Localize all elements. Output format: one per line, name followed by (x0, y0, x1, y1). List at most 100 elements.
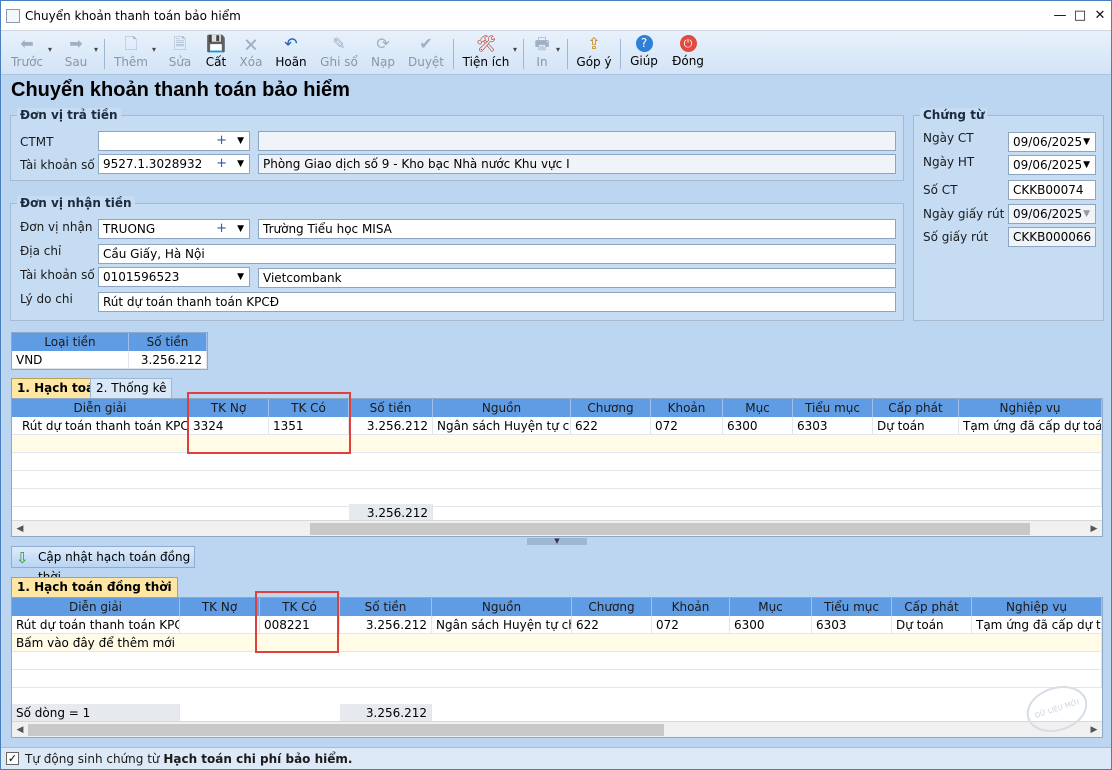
minimize-icon[interactable]: — (1051, 7, 1069, 25)
reason-input[interactable]: Rút dự toán thanh toán KPCĐ (98, 292, 896, 312)
chevron-down-icon[interactable]: ▼ (237, 132, 244, 150)
maximize-icon[interactable]: □ (1071, 7, 1089, 25)
undo-button[interactable]: ↶ Hoãn (271, 31, 311, 75)
plus-icon[interactable]: + (216, 220, 227, 238)
row-count: Số dòng = 1 (12, 704, 180, 722)
payer-account-combo[interactable]: 9527.1.3028932 + ▼ (98, 154, 250, 174)
plus-icon[interactable]: + (216, 132, 227, 150)
col-allocation[interactable]: Cấp phát (892, 598, 972, 616)
col-description[interactable]: Diễn giải (12, 399, 189, 417)
table-row[interactable]: Rút dự toán thanh toán KPCĐ (12, 616, 180, 634)
chevron-down-icon[interactable]: ▼ (1083, 156, 1090, 174)
col-source[interactable]: Nguồn (433, 399, 571, 417)
update-concurrent-button[interactable]: ⇩Cập nhật hạch toán đồng thời (11, 546, 195, 584)
close-icon[interactable]: ✕ (1091, 7, 1109, 25)
col-subitem[interactable]: Tiểu mục (793, 399, 873, 417)
so-ct-input[interactable]: CKKB00074 (1008, 180, 1096, 200)
allocation-cell[interactable]: Dự toán (892, 616, 972, 634)
tab-concurrent-accounting[interactable]: 1. Hạch toán đồng thời (11, 577, 178, 597)
splitter-handle[interactable]: ▼ (527, 538, 587, 545)
payee-account-combo[interactable]: 0101596523 ▼ (98, 267, 250, 287)
scroll-left-icon[interactable]: ◀ (12, 722, 28, 738)
scroll-thumb[interactable] (310, 523, 1030, 535)
col-section[interactable]: Khoản (651, 399, 723, 417)
subitem-cell[interactable]: 6303 (793, 417, 873, 435)
scroll-right-icon[interactable]: ▶ (1086, 722, 1102, 738)
amount-cell[interactable]: 3.256.212 (340, 616, 432, 634)
plus-icon[interactable]: + (216, 155, 227, 173)
col-amount[interactable]: Số tiền (340, 598, 432, 616)
save-button[interactable]: 💾 Cất (199, 31, 233, 75)
col-item[interactable]: Mục (730, 598, 812, 616)
date-ht-picker[interactable]: 09/06/2025 ▼ (1008, 155, 1096, 175)
chevron-down-icon[interactable]: ▼ (1083, 133, 1090, 151)
item-cell[interactable]: 6300 (730, 616, 812, 634)
amount-cell[interactable]: 3.256.212 (349, 417, 433, 435)
new-row[interactable] (12, 435, 1102, 453)
payee-unit-name[interactable]: Trường Tiểu học MISA (258, 219, 896, 239)
scroll-thumb[interactable] (28, 724, 664, 736)
table-row[interactable]: Rút dự toán thanh toán KPCĐ (12, 417, 189, 435)
chevron-down-icon[interactable]: ▼ (237, 220, 244, 238)
horizontal-scrollbar[interactable]: ◀ ▶ (12, 721, 1102, 737)
col-debit[interactable]: TK Nợ (180, 598, 260, 616)
next-button[interactable]: ➡ Sau (57, 31, 95, 75)
col-operation[interactable]: Nghiệp vụ (959, 399, 1102, 417)
col-item[interactable]: Mục (723, 399, 793, 417)
tab-statistics[interactable]: 2. Thống kê (90, 378, 173, 398)
chevron-down-icon[interactable]: ▾ (48, 45, 52, 54)
add-new-row[interactable]: Bấm vào đây để thêm mới (12, 634, 1102, 652)
operation-cell[interactable]: Tạm ứng đã cấp dự toán (972, 616, 1102, 634)
col-chapter[interactable]: Chương (571, 399, 651, 417)
delete-button[interactable]: 🗙 Xóa (234, 31, 268, 75)
close-button[interactable]: ⏻ Đóng (669, 31, 707, 75)
add-button[interactable]: 🗋 Thêm (111, 31, 151, 75)
feedback-button[interactable]: ⇪ Góp ý (574, 31, 614, 75)
col-operation[interactable]: Nghiệp vụ (972, 598, 1102, 616)
approve-button[interactable]: ✔ Duyệt (405, 31, 447, 75)
chevron-down-icon[interactable]: ▾ (94, 45, 98, 54)
col-description[interactable]: Diễn giải (12, 598, 180, 616)
chevron-down-icon[interactable]: ▾ (513, 45, 517, 54)
date-ct-picker[interactable]: 09/06/2025 ▼ (1008, 132, 1096, 152)
chevron-down-icon[interactable]: ▼ (237, 155, 244, 173)
currency-amount-cell[interactable]: 3.256.212 (129, 351, 207, 369)
allocation-cell[interactable]: Dự toán (873, 417, 959, 435)
scroll-left-icon[interactable]: ◀ (12, 521, 28, 537)
ctmt-combo[interactable]: + ▼ (98, 131, 250, 151)
col-allocation[interactable]: Cấp phát (873, 399, 959, 417)
utilities-button[interactable]: 🛠 Tiện ích (461, 31, 511, 75)
edit-button[interactable]: 🗎 Sửa (163, 31, 197, 75)
auto-generate-checkbox[interactable]: ✓ (6, 752, 19, 765)
payee-bank-name[interactable]: Vietcombank (258, 268, 896, 288)
section-cell[interactable]: 072 (651, 417, 723, 435)
address-input[interactable]: Cầu Giấy, Hà Nội (98, 244, 896, 264)
payee-unit-combo[interactable]: TRUONG + ▼ (98, 219, 250, 239)
scroll-right-icon[interactable]: ▶ (1086, 521, 1102, 537)
section-cell[interactable]: 072 (652, 616, 730, 634)
operation-cell[interactable]: Tạm ứng đã cấp dự toán (959, 417, 1102, 435)
print-button[interactable]: 🖶 In (529, 31, 555, 75)
col-amount[interactable]: Số tiền (349, 399, 433, 417)
col-subitem[interactable]: Tiểu mục (812, 598, 892, 616)
horizontal-scrollbar[interactable]: ◀ ▶ (12, 520, 1102, 536)
concurrent-grid: Diễn giải TK Nợ TK Có Số tiền Nguồn Chươ… (11, 597, 1103, 738)
item-cell[interactable]: 6300 (723, 417, 793, 435)
debit-cell[interactable] (180, 616, 260, 634)
post-button[interactable]: ✎ Ghi sổ (317, 31, 361, 75)
help-button[interactable]: ? Giúp (627, 31, 661, 75)
source-cell[interactable]: Ngân sách Huyện tự chủ (433, 417, 571, 435)
col-section[interactable]: Khoản (652, 598, 730, 616)
source-cell[interactable]: Ngân sách Huyện tự chủ (432, 616, 572, 634)
currency-type-cell[interactable]: VND (12, 351, 129, 369)
load-button[interactable]: ⟳ Nạp (365, 31, 401, 75)
back-button[interactable]: ⬅ Trước (7, 31, 47, 75)
col-chapter[interactable]: Chương (572, 598, 652, 616)
chevron-down-icon[interactable]: ▼ (237, 268, 244, 286)
chapter-cell[interactable]: 622 (572, 616, 652, 634)
chevron-down-icon[interactable]: ▾ (556, 45, 560, 54)
chapter-cell[interactable]: 622 (571, 417, 651, 435)
chevron-down-icon[interactable]: ▾ (152, 45, 156, 54)
subitem-cell[interactable]: 6303 (812, 616, 892, 634)
col-source[interactable]: Nguồn (432, 598, 572, 616)
